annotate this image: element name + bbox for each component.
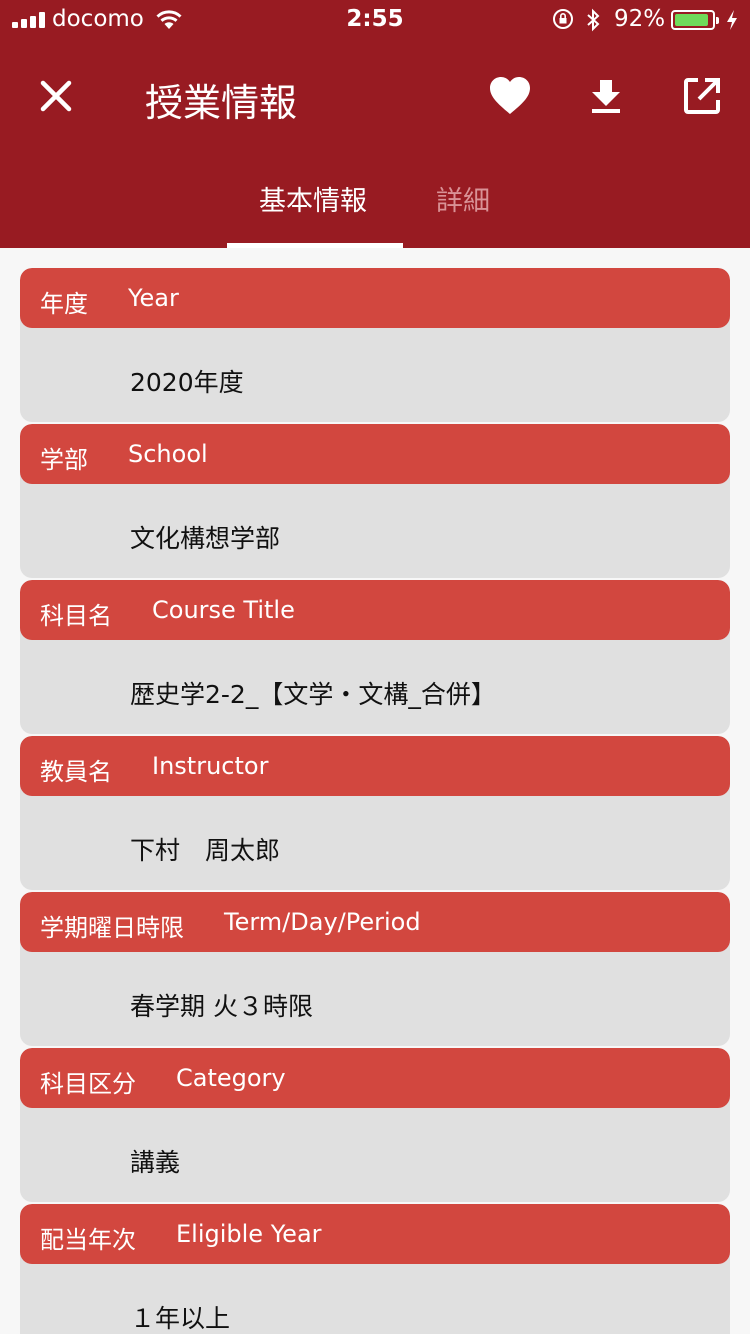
section-label-ja: 教員名 — [40, 758, 112, 786]
section-header: 学部 School — [20, 424, 730, 484]
download-icon — [592, 80, 620, 113]
battery-fill — [675, 14, 708, 26]
section-term-day-period: 学期曜日時限 Term/Day/Period 春学期 火３時限 — [20, 892, 730, 1046]
section-label-en: Course Title — [152, 596, 295, 624]
section-label-ja: 科目名 — [40, 602, 112, 630]
orientation-lock-icon — [553, 9, 573, 29]
section-header: 学期曜日時限 Term/Day/Period — [20, 892, 730, 952]
section-label-en: Instructor — [152, 752, 269, 780]
section-label-ja: 学期曜日時限 — [40, 914, 184, 942]
section-label-ja: 年度 — [40, 290, 88, 318]
favorite-button[interactable] — [486, 72, 534, 120]
section-value: 下村 周太郎 — [130, 836, 281, 865]
battery-icon — [671, 10, 719, 30]
section-label-en: Category — [176, 1064, 286, 1092]
section-header: 科目区分 Category — [20, 1048, 730, 1108]
section-year: 年度 Year 2020年度 — [20, 268, 730, 422]
section-eligible-year: 配当年次 Eligible Year １年以上 — [20, 1204, 730, 1334]
section-school: 学部 School 文化構想学部 — [20, 424, 730, 578]
section-header: 年度 Year — [20, 268, 730, 328]
open-external-icon — [684, 78, 720, 114]
status-bar: docomo 2:55 92% — [0, 0, 750, 40]
charging-icon — [727, 10, 737, 30]
tab-indicator — [227, 243, 403, 248]
section-label-en: School — [128, 440, 208, 468]
section-header: 科目名 Course Title — [20, 580, 730, 640]
page-title: 授業情報 — [145, 81, 298, 125]
section-value: 春学期 火３時限 — [130, 992, 313, 1021]
section-label-en: Year — [128, 284, 179, 312]
battery-percent: 92% — [614, 6, 666, 32]
download-button[interactable] — [582, 72, 630, 120]
section-course-title: 科目名 Course Title 歴史学2-2_【文学・文構_合併】 — [20, 580, 730, 734]
section-value: １年以上 — [130, 1304, 231, 1333]
section-header: 教員名 Instructor — [20, 736, 730, 796]
bluetooth-icon — [587, 8, 600, 32]
section-instructor: 教員名 Instructor 下村 周太郎 — [20, 736, 730, 890]
section-label-en: Term/Day/Period — [224, 908, 421, 936]
tab-bar: 基本情報 詳細 — [0, 165, 750, 248]
section-value: 講義 — [130, 1148, 181, 1177]
heart-icon — [490, 77, 530, 114]
app-header: docomo 2:55 92% 授業情報 基本情報 詳細 — [0, 0, 750, 248]
section-value: 文化構想学部 — [130, 524, 281, 553]
tab-details[interactable]: 詳細 — [436, 179, 490, 218]
section-label-en: Eligible Year — [176, 1220, 322, 1248]
section-value: 2020年度 — [130, 368, 244, 397]
section-label-ja: 科目区分 — [40, 1070, 136, 1098]
open-external-button[interactable] — [678, 72, 726, 120]
section-label-ja: 配当年次 — [40, 1226, 136, 1254]
section-label-ja: 学部 — [40, 446, 88, 474]
tab-basic-info[interactable]: 基本情報 — [259, 179, 367, 218]
section-value: 歴史学2-2_【文学・文構_合併】 — [130, 680, 496, 709]
section-category: 科目区分 Category 講義 — [20, 1048, 730, 1202]
close-icon[interactable] — [38, 78, 74, 114]
section-header: 配当年次 Eligible Year — [20, 1204, 730, 1264]
